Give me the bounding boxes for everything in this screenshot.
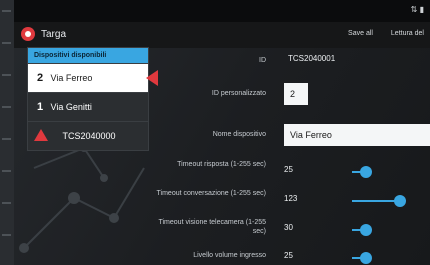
device-list-header: Dispositivi disponibili — [28, 48, 148, 63]
conversation-timeout-track — [352, 200, 400, 202]
row-camera-timeout: Timeout visione telecamera (1-255 sec) 3… — [148, 215, 430, 241]
action-links: Save all Lettura del — [332, 30, 424, 37]
row-device-name: Nome dispositivo Via Ferreo — [148, 122, 430, 148]
device-item-tcs2040000[interactable]: TCS2040000 — [28, 121, 148, 150]
action-save-all[interactable]: Save all — [348, 30, 373, 37]
response-timeout-slider[interactable] — [360, 166, 372, 178]
device-list-panel: Dispositivi disponibili 2 Via Ferreo 1 V… — [28, 48, 158, 150]
status-bar: ⇅ ▮ — [14, 0, 430, 22]
device-name: Via Ferreo — [50, 73, 93, 83]
edge-tick — [2, 74, 11, 76]
response-timeout-label: Timeout risposta (1-255 sec) — [177, 161, 266, 168]
edge-tick — [2, 106, 11, 108]
id-value: TCS2040001 — [288, 54, 336, 63]
input-volume-label: Livello volume ingresso — [193, 252, 266, 259]
device-name: TCS2040000 — [62, 131, 116, 141]
row-id: ID TCS2040001 — [148, 54, 430, 68]
device-item-via-genitti[interactable]: 1 Via Genitti — [28, 92, 148, 121]
status-icons: ⇅ ▮ — [410, 5, 424, 14]
conversation-timeout-label: Timeout conversazione (1-255 sec) — [156, 190, 266, 197]
action-read[interactable]: Lettura del — [391, 30, 424, 37]
warning-icon — [34, 129, 48, 141]
edge-tick — [2, 10, 11, 12]
device-name-input[interactable]: Via Ferreo — [284, 124, 430, 146]
custom-id-label: ID personalizzato — [211, 90, 266, 97]
device-name: Via Genitti — [50, 102, 92, 112]
camera-timeout-label: Timeout visione telecamera (1-255 sec) — [158, 219, 266, 235]
edge-tick — [2, 234, 11, 236]
edge-tick — [2, 202, 11, 204]
id-label: ID — [259, 57, 266, 64]
response-timeout-value: 25 — [284, 165, 293, 174]
device-item-via-ferreo[interactable]: 2 Via Ferreo — [28, 63, 158, 92]
app-title: Targa — [41, 29, 67, 40]
camera-timeout-value: 30 — [284, 223, 293, 232]
device-number: 1 — [36, 101, 44, 113]
row-input-volume: Livello volume ingresso 25 — [148, 247, 430, 265]
left-edge-bar — [0, 0, 14, 265]
edge-tick — [2, 138, 11, 140]
row-response-timeout: Timeout risposta (1-255 sec) 25 — [148, 157, 430, 183]
action-bar: Targa Save all Lettura del — [14, 22, 430, 49]
conversation-timeout-slider[interactable] — [394, 195, 406, 207]
camera-timeout-slider[interactable] — [360, 224, 372, 236]
conversation-timeout-value: 123 — [284, 194, 298, 203]
custom-id-input[interactable]: 2 — [284, 83, 308, 105]
row-conversation-timeout: Timeout conversazione (1-255 sec) 123 — [148, 186, 430, 212]
row-custom-id: ID personalizzato 2 — [148, 81, 430, 107]
edge-tick — [2, 170, 11, 172]
device-number: 2 — [36, 72, 44, 84]
input-volume-slider[interactable] — [360, 252, 372, 264]
app-window: ⇅ ▮ Targa Save all Lettura del Dispositi… — [14, 0, 430, 265]
app-logo-icon[interactable] — [21, 27, 35, 41]
input-volume-value: 25 — [284, 251, 293, 260]
device-detail-form: ID TCS2040001 ID personalizzato 2 Nome d… — [148, 48, 430, 265]
device-name-label: Nome dispositivo — [212, 131, 266, 138]
edge-tick — [2, 42, 11, 44]
